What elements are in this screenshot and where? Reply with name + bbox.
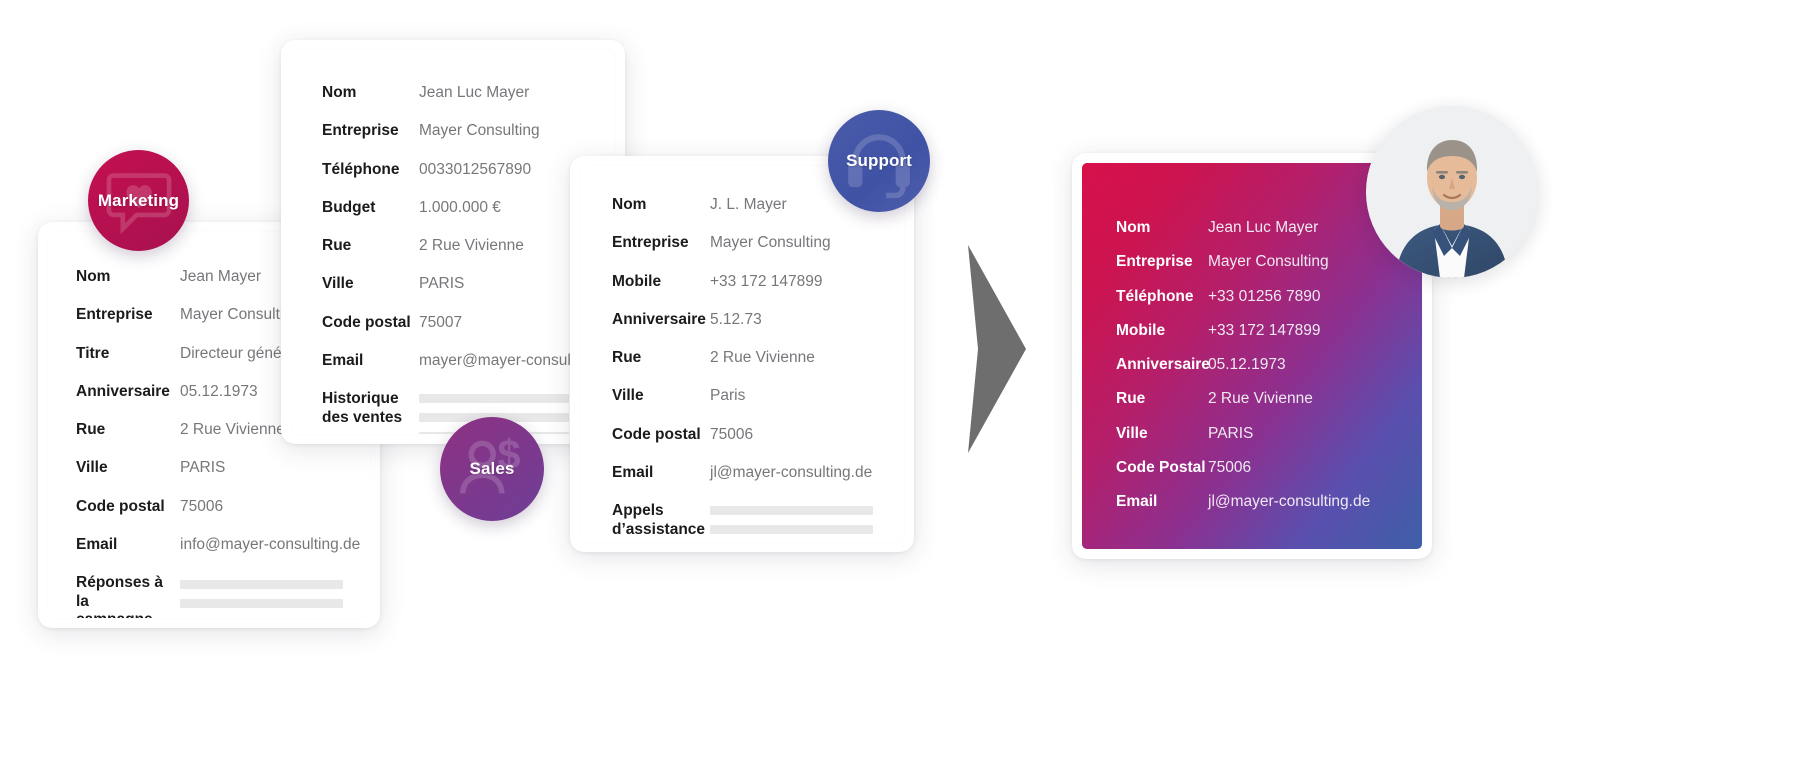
field-label: Rue: [1116, 390, 1146, 408]
field-label: Entreprise: [612, 234, 689, 252]
field-row: Anniversaire 05.12.1973: [1116, 356, 1422, 374]
field-row: Ville Paris: [612, 387, 904, 405]
field-label: Nom: [76, 268, 111, 285]
field-label: Budget: [322, 198, 376, 216]
chevron-right-arrow-icon: [968, 245, 1026, 453]
field-value: +33 01256 7890: [1208, 287, 1321, 305]
field-label: Réponses à la campagne: [76, 574, 164, 618]
field-value: Jean Luc Mayer: [419, 84, 530, 101]
marketing-badge-label: Marketing: [97, 190, 180, 210]
field-label: Titre: [76, 344, 110, 362]
field-value: info@mayer-consulting.de: [180, 535, 361, 553]
field-row: Email jl@mayer-consulting.de: [612, 464, 904, 482]
field-label: Ville: [76, 459, 108, 477]
field-row: Ville PARIS: [1116, 425, 1422, 443]
field-label: Téléphone: [1116, 287, 1194, 305]
field-value: Mayer Consulting: [1208, 253, 1329, 271]
field-row: Mobile +33 172 147899: [612, 273, 904, 291]
support-badge-label: Support: [846, 151, 912, 170]
placeholder-bars: [710, 502, 904, 542]
field-label: Anniversaire: [76, 382, 170, 400]
field-row: Nom Jean Luc Mayer: [322, 84, 615, 102]
field-value: Paris: [710, 387, 746, 405]
field-row: Code Postal 75006: [1116, 459, 1422, 477]
placeholder-bar: [180, 599, 343, 609]
field-row: Mobile +33 172 147899: [1116, 322, 1422, 340]
field-value: PARIS: [180, 459, 226, 477]
field-value: 05.12.1973: [1208, 356, 1286, 374]
field-label: Anniversaire: [612, 310, 706, 328]
support-badge[interactable]: Support: [828, 110, 930, 212]
field-value: 2 Rue Vivienne: [1208, 390, 1313, 408]
field-label: Ville: [322, 275, 354, 293]
unified-field-list: Nom Jean Luc Mayer Entreprise Mayer Cons…: [1116, 219, 1422, 528]
field-value: 5.12.73: [710, 310, 762, 328]
field-label: Nom: [1116, 219, 1151, 236]
field-label: Code postal: [76, 497, 165, 515]
field-value: 75006: [710, 425, 754, 443]
field-row: Code postal 75006: [612, 426, 904, 444]
field-value: 75006: [1208, 458, 1252, 476]
field-label: Appels d’assistance: [612, 502, 706, 538]
field-row: Entreprise Mayer Consulting: [612, 234, 904, 252]
field-value: +33 172 147899: [1208, 321, 1321, 339]
field-label: Rue: [612, 349, 642, 367]
field-label: Ville: [612, 387, 644, 405]
field-value: Mayer Consulting: [419, 122, 540, 140]
sales-badge-label: Sales: [469, 459, 515, 478]
field-label: Email: [76, 535, 118, 553]
field-label: Entreprise: [1116, 253, 1193, 271]
field-value: PARIS: [1208, 424, 1254, 442]
field-label: Code Postal: [1116, 458, 1206, 476]
field-row: Entreprise Mayer Consulting: [1116, 253, 1422, 271]
sales-card-body: Nom Jean Luc Mayer Entreprise Mayer Cons…: [291, 50, 615, 434]
field-label: Entreprise: [76, 306, 153, 324]
field-row: Code postal 75006: [76, 498, 354, 516]
field-label: Code postal: [322, 313, 411, 331]
field-row: Téléphone +33 01256 7890: [1116, 288, 1422, 306]
field-label: Historique des ventes: [322, 390, 403, 426]
field-value: +33 172 147899: [710, 272, 823, 290]
field-value: 75006: [180, 497, 224, 515]
placeholder-bar: [710, 525, 873, 535]
field-row: Rue 2 Rue Vivienne: [1116, 390, 1422, 408]
placeholder-bar: [180, 580, 343, 590]
support-contact-card: Nom J. L. Mayer Entreprise Mayer Consult…: [570, 156, 914, 552]
field-row-placeholder: Appels d’assistance: [612, 502, 904, 542]
field-row: Anniversaire 5.12.73: [612, 311, 904, 329]
sales-badge[interactable]: $ Sales: [440, 417, 544, 521]
field-row: Entreprise Mayer Consulting: [322, 122, 615, 140]
field-label: Mobile: [1116, 321, 1166, 339]
field-label: Anniversaire: [1116, 356, 1210, 374]
illustration-canvas: Nom Jean Mayer Entreprise Mayer Consulti…: [0, 0, 1800, 774]
field-label: Email: [322, 351, 364, 369]
field-row: Email info@mayer-consulting.de: [76, 535, 360, 554]
field-value: jl@mayer-consulting.de: [710, 463, 873, 481]
field-label: Téléphone: [322, 160, 400, 178]
field-value: jl@mayer-consulting.de: [1208, 493, 1371, 511]
placeholder-bar: [710, 506, 873, 516]
placeholder-bar: [419, 394, 569, 404]
field-label: Entreprise: [322, 122, 399, 140]
field-row: Email jl@mayer-consulting.de: [1116, 493, 1422, 511]
field-label: Code postal: [612, 425, 701, 443]
field-row: Rue 2 Rue Vivienne: [612, 349, 904, 367]
field-value: Mayer Consulting: [710, 234, 831, 252]
support-field-list: Nom J. L. Mayer Entreprise Mayer Consult…: [612, 196, 904, 542]
placeholder-bars: [180, 574, 354, 618]
field-label: Nom: [612, 196, 647, 213]
field-value: 2 Rue Vivienne: [710, 349, 815, 367]
support-card-body: Nom J. L. Mayer Entreprise Mayer Consult…: [580, 166, 904, 542]
field-row: Ville PARIS: [76, 459, 354, 477]
field-label: Email: [1116, 493, 1158, 511]
avatar: [1366, 106, 1538, 278]
field-row-placeholder: Réponses à la campagne: [76, 574, 354, 618]
field-label: Nom: [322, 84, 357, 101]
marketing-badge[interactable]: Marketing: [88, 150, 189, 251]
field-label: Rue: [322, 237, 352, 255]
field-label: Email: [612, 463, 654, 481]
field-label: Mobile: [612, 272, 662, 290]
field-label: Ville: [1116, 424, 1148, 442]
field-label: Rue: [76, 421, 106, 439]
